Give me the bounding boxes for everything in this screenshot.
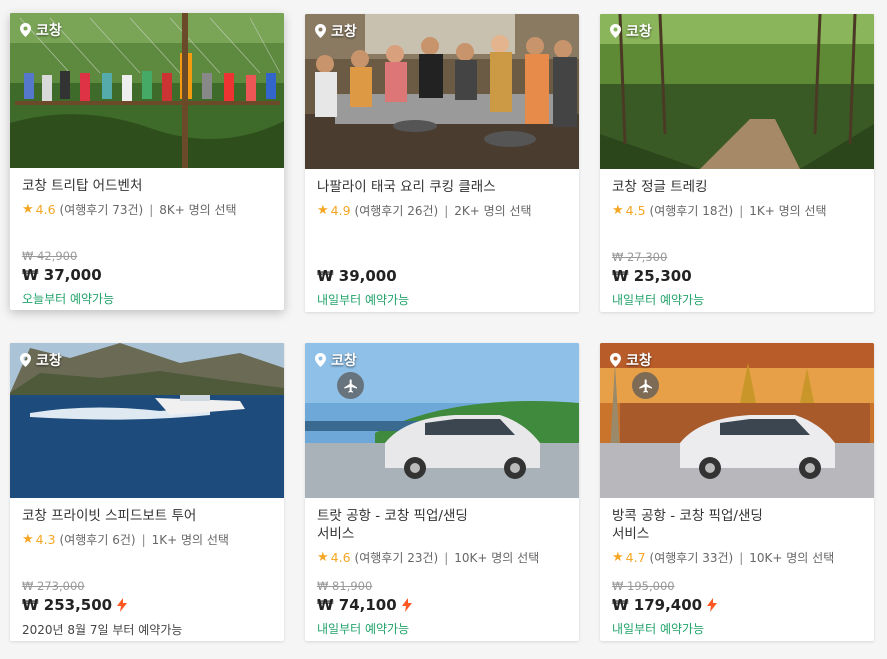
airplane-icon [638, 378, 652, 393]
separator: | [149, 202, 154, 217]
rating-value: 4.7 [625, 550, 646, 565]
popularity: 1K+ 명의 선택 [749, 204, 827, 218]
airplane-badge [337, 372, 364, 399]
availability: 2020년 8월 7일 부터 예약가능 [22, 623, 183, 637]
star-icon: ★ [317, 550, 329, 565]
review-count: (여행후기 33건) [649, 551, 734, 565]
price: ₩ 37,000 [22, 266, 102, 284]
star-icon: ★ [317, 203, 329, 218]
star-icon: ★ [612, 550, 624, 565]
activity-card-treetop[interactable]: 코창 코창 트리탑 어드벤처 ★ 4.6 (여행후기 73건) | 8K+ 명의… [10, 13, 284, 310]
price: ₩ 179,400 [612, 596, 718, 614]
original-price: ₩ 81,900 [317, 579, 373, 593]
card-meta: ★ 4.9 (여행후기 26건) | 2K+ 명의 선택 [317, 202, 567, 219]
popularity: 2K+ 명의 선택 [454, 204, 532, 218]
location-tag: 코창 [315, 21, 357, 41]
instant-confirm-icon [401, 598, 412, 612]
location-tag: 코창 [610, 350, 652, 370]
card-title[interactable]: 코창 정글 트레킹 [612, 178, 862, 196]
star-icon: ★ [22, 202, 34, 217]
availability: 오늘부터 예약가능 [22, 292, 115, 306]
popularity: 1K+ 명의 선택 [151, 533, 229, 547]
rating-value: 4.9 [330, 203, 351, 218]
availability: 내일부터 예약가능 [317, 293, 410, 307]
star-icon: ★ [612, 203, 624, 218]
map-pin-icon [610, 353, 621, 367]
card-meta: ★ 4.6 (여행후기 23건) | 10K+ 명의 선택 [317, 549, 567, 566]
review-count: (여행후기 23건) [354, 551, 439, 565]
availability: 내일부터 예약가능 [612, 622, 705, 636]
separator: | [739, 203, 744, 218]
separator: | [444, 203, 449, 218]
location-label: 코창 [36, 23, 62, 39]
price: ₩ 253,500 [22, 596, 128, 614]
card-thumbnail: 코창 [600, 14, 874, 169]
price: ₩ 25,300 [612, 267, 692, 285]
popularity: 10K+ 명의 선택 [454, 551, 540, 565]
card-thumbnail: 코창 [10, 343, 284, 498]
location-tag: 코창 [20, 20, 62, 40]
separator: | [739, 550, 744, 565]
airplane-badge [632, 372, 659, 399]
popularity: 8K+ 명의 선택 [159, 203, 237, 217]
activity-card-bangkok-airport-transfer[interactable]: 코창 방콕 공항 - 코창 픽업/샌딩 서비스 ★ 4.7 (여행후기 33건) … [600, 343, 874, 641]
review-count: (여행후기 18건) [649, 204, 734, 218]
map-pin-icon [315, 353, 326, 367]
availability: 내일부터 예약가능 [317, 622, 410, 636]
separator: | [444, 550, 449, 565]
availability: 내일부터 예약가능 [612, 293, 705, 307]
popularity: 10K+ 명의 선택 [749, 551, 835, 565]
map-pin-icon [20, 23, 31, 37]
map-pin-icon [315, 24, 326, 38]
location-tag: 코창 [315, 350, 357, 370]
location-tag: 코창 [20, 350, 62, 370]
review-count: (여행후기 6건) [59, 533, 136, 547]
card-meta: ★ 4.7 (여행후기 33건) | 10K+ 명의 선택 [612, 549, 862, 566]
activity-card-trat-airport-transfer[interactable]: 코창 트랏 공항 - 코창 픽업/샌딩 서비스 ★ 4.6 (여행후기 23건) … [305, 343, 579, 641]
original-price: ₩ 195,000 [612, 579, 675, 593]
location-label: 코창 [626, 353, 652, 369]
location-label: 코창 [331, 24, 357, 40]
original-price: ₩ 27,300 [612, 250, 668, 264]
card-title[interactable]: 나팔라이 태국 요리 쿠킹 클래스 [317, 178, 567, 196]
rating-value: 4.6 [35, 202, 56, 217]
rating-value: 4.6 [330, 550, 351, 565]
price: ₩ 74,100 [317, 596, 412, 614]
activity-card-jungle-trekking[interactable]: 코창 코창 정글 트레킹 ★ 4.5 (여행후기 18건) | 1K+ 명의 선… [600, 14, 874, 312]
card-thumbnail: 코창 [305, 14, 579, 169]
rating-value: 4.3 [35, 532, 56, 547]
card-title[interactable]: 코창 트리탑 어드벤처 [22, 177, 272, 195]
map-pin-icon [610, 24, 621, 38]
card-thumbnail: 코창 [10, 13, 284, 168]
original-price: ₩ 273,000 [22, 579, 85, 593]
card-title[interactable]: 코창 프라이빗 스피드보트 투어 [22, 507, 272, 525]
card-meta: ★ 4.5 (여행후기 18건) | 1K+ 명의 선택 [612, 202, 862, 219]
activity-card-speedboat[interactable]: 코창 코창 프라이빗 스피드보트 투어 ★ 4.3 (여행후기 6건) | 1K… [10, 343, 284, 641]
location-tag: 코창 [610, 21, 652, 41]
rating-value: 4.5 [625, 203, 646, 218]
review-count: (여행후기 26건) [354, 204, 439, 218]
location-label: 코창 [36, 353, 62, 369]
card-thumbnail: 코창 [600, 343, 874, 498]
airplane-icon [343, 378, 357, 393]
location-label: 코창 [331, 353, 357, 369]
card-thumbnail: 코창 [305, 343, 579, 498]
separator: | [141, 532, 146, 547]
card-title[interactable]: 트랏 공항 - 코창 픽업/샌딩 서비스 [317, 507, 567, 543]
card-meta: ★ 4.6 (여행후기 73건) | 8K+ 명의 선택 [22, 201, 272, 218]
map-pin-icon [20, 353, 31, 367]
card-title[interactable]: 방콕 공항 - 코창 픽업/샌딩 서비스 [612, 507, 862, 543]
card-meta: ★ 4.3 (여행후기 6건) | 1K+ 명의 선택 [22, 531, 272, 548]
review-count: (여행후기 73건) [59, 203, 144, 217]
location-label: 코창 [626, 24, 652, 40]
activity-card-cooking-class[interactable]: 코창 나팔라이 태국 요리 쿠킹 클래스 ★ 4.9 (여행후기 26건) | … [305, 14, 579, 312]
instant-confirm-icon [117, 598, 128, 612]
price: ₩ 39,000 [317, 267, 397, 285]
original-price: ₩ 42,900 [22, 249, 78, 263]
star-icon: ★ [22, 532, 34, 547]
instant-confirm-icon [707, 598, 718, 612]
